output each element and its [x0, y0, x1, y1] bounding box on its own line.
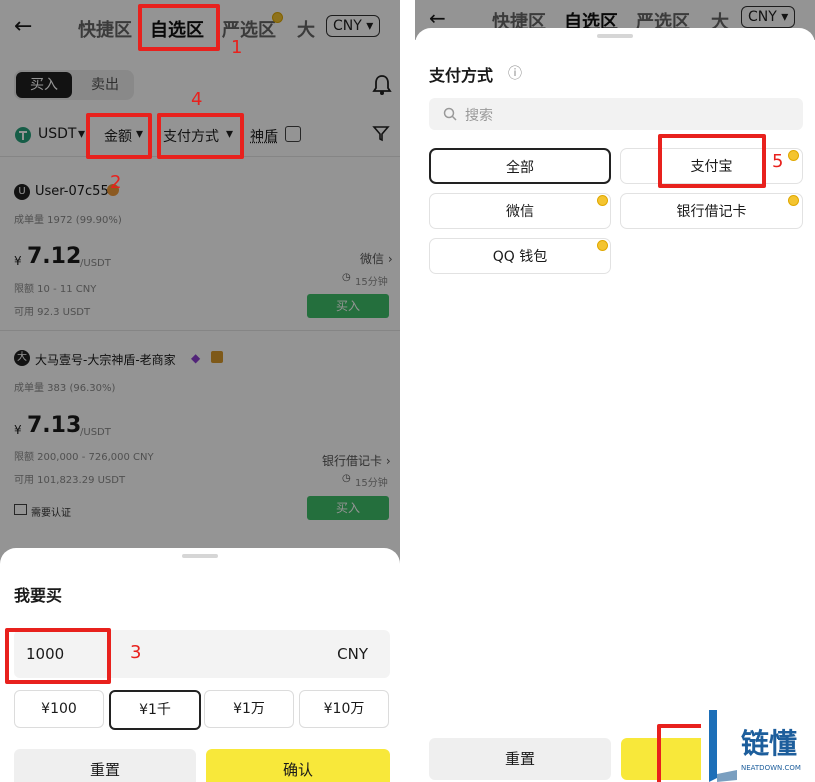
- search-icon: [443, 107, 457, 121]
- brand-url: NEATDOWN.COM: [741, 764, 801, 772]
- order-stats: 成单量 1972 (99.90%): [14, 215, 122, 226]
- price-unit: /USDT: [80, 427, 111, 438]
- currency-selector[interactable]: CNY ▾: [326, 15, 381, 37]
- price-unit: /USDT: [80, 258, 111, 269]
- clock-icon: ◷: [342, 272, 351, 283]
- payment-method: 微信 ›: [360, 252, 393, 266]
- payment-method: 银行借记卡 ›: [322, 454, 391, 468]
- time-limit: 15分钟: [355, 478, 388, 489]
- reset-button[interactable]: 重置: [14, 749, 196, 782]
- bell-icon[interactable]: [372, 74, 392, 96]
- preset-100k[interactable]: ¥10万: [299, 690, 389, 728]
- order-stats: 成单量 383 (96.30%): [14, 383, 116, 394]
- option-all[interactable]: 全部: [429, 148, 611, 184]
- option-qq-wallet[interactable]: QQ 钱包: [429, 238, 611, 274]
- usdt-icon: [15, 127, 31, 143]
- verify-text: 需要认证: [31, 508, 71, 519]
- clock-icon: ◷: [342, 473, 351, 484]
- shield-badge-icon: [211, 351, 223, 363]
- limit-text: 限额 200,000 - 726,000 CNY: [14, 452, 154, 463]
- preset-100[interactable]: ¥100: [14, 690, 104, 728]
- currency-label: CNY: [333, 18, 362, 34]
- option-bank-debit[interactable]: 银行借记卡: [620, 193, 803, 229]
- annotation-3: 3: [130, 642, 142, 663]
- search-placeholder: 搜索: [465, 108, 493, 124]
- sheet-title: 我要买: [14, 586, 63, 605]
- coin-icon: [788, 195, 799, 206]
- coin-icon: [597, 195, 608, 206]
- price: 7.12: [27, 244, 82, 269]
- info-icon[interactable]: ⓘ: [508, 63, 522, 83]
- diamond-icon: ◆: [191, 351, 201, 365]
- currency-symbol: ¥: [14, 423, 22, 437]
- right-screen: ← 快捷区 自选区 严选区 大 CNY ▾ 支付方式 ⓘ 搜索 全部 支付宝 微…: [415, 0, 815, 782]
- buy-button[interactable]: 买入: [307, 496, 389, 520]
- annotation-4: 4: [191, 89, 203, 110]
- brand-logo-icon: [709, 710, 737, 782]
- left-screen: ← 快捷区 自选区 严选区 大 CNY ▾ 买入 卖出 USDT ▾ 金额 ▾ …: [0, 0, 400, 782]
- reset-button[interactable]: 重置: [429, 738, 611, 780]
- currency-symbol: ¥: [14, 254, 22, 268]
- buy-button[interactable]: 买入: [307, 294, 389, 318]
- watermark: 链懂 NEATDOWN.COM: [701, 708, 815, 782]
- shield-checkbox[interactable]: [285, 126, 301, 142]
- time-limit: 15分钟: [355, 277, 388, 288]
- preset-1k[interactable]: ¥1千: [109, 690, 201, 730]
- brand-name: 链懂: [741, 727, 798, 760]
- back-icon[interactable]: ←: [14, 14, 32, 39]
- option-wechat[interactable]: 微信: [429, 193, 611, 229]
- annotation-5: 5: [772, 151, 784, 172]
- coin-icon: [788, 150, 799, 161]
- tab-quick[interactable]: 快捷区: [78, 16, 132, 42]
- merchant-name[interactable]: 大马壹号-大宗神盾-老商家: [35, 351, 176, 368]
- shield-filter-label: 神盾: [250, 129, 278, 145]
- available-text: 可用 92.3 USDT: [14, 307, 91, 318]
- buy-sell-toggle: 买入 卖出: [14, 70, 134, 100]
- avatar: U: [14, 184, 30, 200]
- coin-icon: [597, 240, 608, 251]
- annotation-2: 2: [110, 172, 122, 193]
- preset-10k[interactable]: ¥1万: [204, 690, 294, 728]
- annotation-1: 1: [231, 37, 243, 58]
- sheet-title: 支付方式: [429, 66, 494, 85]
- avatar: 大: [14, 350, 30, 366]
- coin-filter[interactable]: USDT: [38, 126, 76, 142]
- id-card-icon: [14, 504, 27, 515]
- limit-text: 限额 10 - 11 CNY: [14, 284, 97, 295]
- confirm-button[interactable]: 确认: [206, 749, 390, 782]
- badge-icon: [272, 12, 283, 23]
- merchant-name[interactable]: User-07c55: [35, 184, 109, 199]
- search-input[interactable]: 搜索: [429, 98, 803, 130]
- price: 7.13: [27, 413, 82, 438]
- available-text: 可用 101,823.29 USDT: [14, 475, 126, 486]
- filter-icon[interactable]: [372, 124, 390, 142]
- tab-bulk[interactable]: 大: [297, 16, 315, 42]
- sell-tab[interactable]: 卖出: [78, 72, 132, 98]
- buy-tab[interactable]: 买入: [16, 72, 72, 98]
- amount-currency: CNY: [337, 645, 368, 663]
- chevron-down-icon: ▾: [366, 18, 374, 34]
